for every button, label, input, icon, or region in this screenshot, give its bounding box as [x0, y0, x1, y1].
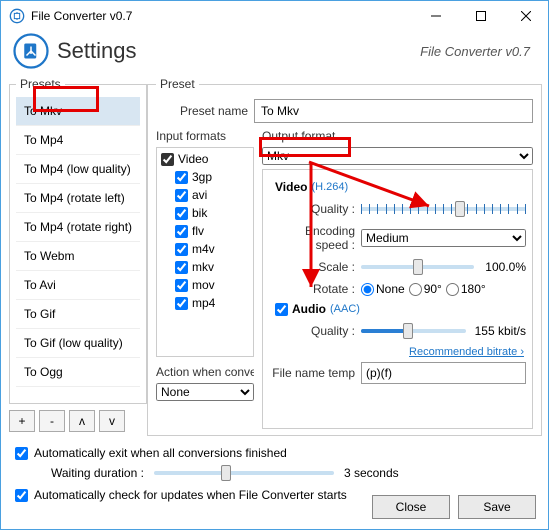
input-formats-list[interactable]: Video 3gp avi bik flv m4v mkv mov mp4: [156, 147, 254, 357]
format-item[interactable]: mov: [161, 276, 249, 294]
preset-item[interactable]: To Avi: [16, 271, 140, 300]
format-checkbox[interactable]: [175, 225, 188, 238]
preset-item[interactable]: To Mp4 (low quality): [16, 155, 140, 184]
waiting-duration-slider[interactable]: [154, 464, 334, 482]
page-subtitle: File Converter v0.7: [420, 44, 530, 59]
auto-exit-checkbox[interactable]: [15, 447, 28, 460]
format-label: avi: [192, 188, 207, 202]
action-label: Action when conversion: [156, 365, 254, 379]
format-checkbox[interactable]: [175, 171, 188, 184]
audio-codec: (AAC): [330, 303, 360, 315]
video-codec: (H.264): [311, 181, 348, 193]
audio-heading: Audio: [292, 302, 326, 316]
close-settings-button[interactable]: Close: [372, 495, 450, 519]
format-checkbox[interactable]: [175, 243, 188, 256]
rotate-90-radio[interactable]: [409, 283, 422, 296]
auto-exit-label: Automatically exit when all conversions …: [34, 446, 287, 460]
preset-name-label: Preset name: [156, 104, 248, 118]
preset-item[interactable]: To Mp4 (rotate left): [16, 184, 140, 213]
format-item[interactable]: flv: [161, 222, 249, 240]
rotate-none-radio[interactable]: [361, 283, 374, 296]
video-heading: Video: [275, 180, 307, 194]
remove-preset-button[interactable]: -: [39, 410, 65, 432]
output-format-label: Output format: [262, 129, 533, 143]
output-format-select[interactable]: Mkv: [262, 147, 533, 165]
preset-legend: Preset: [156, 77, 199, 91]
rotate-radio-group[interactable]: None 90° 180°: [361, 282, 526, 296]
presets-list[interactable]: To Mkv To Mp4 To Mp4 (low quality) To Mp…: [16, 97, 140, 397]
video-quality-label: Quality :: [269, 202, 361, 216]
close-button[interactable]: [503, 1, 548, 31]
waiting-duration-value: 3 seconds: [344, 466, 399, 480]
preset-item[interactable]: To Mp4: [16, 126, 140, 155]
presets-legend: Presets: [16, 77, 65, 91]
format-label: flv: [192, 224, 204, 238]
action-select[interactable]: None: [156, 383, 254, 401]
format-checkbox[interactable]: [175, 261, 188, 274]
audio-enable-checkbox[interactable]: [275, 303, 288, 316]
format-label: m4v: [192, 242, 215, 256]
encoding-speed-select[interactable]: Medium: [361, 229, 526, 247]
format-checkbox[interactable]: [175, 189, 188, 202]
format-checkbox[interactable]: [175, 207, 188, 220]
preset-item[interactable]: To Mp4 (rotate right): [16, 213, 140, 242]
format-label: 3gp: [192, 170, 212, 184]
waiting-duration-label: Waiting duration :: [51, 466, 144, 480]
encoding-speed-label: Encoding speed :: [269, 224, 361, 252]
format-label: mkv: [192, 260, 214, 274]
preset-name-input[interactable]: [254, 99, 533, 123]
auto-update-checkbox[interactable]: [15, 489, 28, 502]
window-title: File Converter v0.7: [31, 9, 413, 23]
audio-quality-label: Quality :: [269, 324, 361, 338]
format-label: Video: [178, 152, 208, 166]
scale-value: 100.0%: [478, 260, 526, 274]
output-settings-panel: Video (H.264) Quality : Encoding speed :…: [262, 169, 533, 429]
format-item[interactable]: mkv: [161, 258, 249, 276]
audio-bitrate-value: 155 kbit/s: [470, 324, 526, 338]
format-label: mov: [192, 278, 215, 292]
format-checkbox[interactable]: [175, 297, 188, 310]
rotate-label: Rotate :: [269, 282, 361, 296]
audio-quality-slider[interactable]: [361, 322, 466, 340]
format-checkbox[interactable]: [161, 153, 174, 166]
preset-item[interactable]: To Gif (low quality): [16, 329, 140, 358]
preset-item[interactable]: To Webm: [16, 242, 140, 271]
recommended-bitrate-link[interactable]: Recommended bitrate ›: [409, 346, 524, 358]
format-item[interactable]: bik: [161, 204, 249, 222]
move-down-button[interactable]: v: [99, 410, 125, 432]
presets-group: Presets To Mkv To Mp4 To Mp4 (low qualit…: [9, 77, 147, 404]
input-formats-label: Input formats: [156, 129, 254, 143]
scale-label: Scale :: [269, 260, 361, 274]
move-up-button[interactable]: ᴧ: [69, 410, 95, 432]
format-item[interactable]: mp4: [161, 294, 249, 312]
preset-item[interactable]: To Gif: [16, 300, 140, 329]
preset-detail-group: Preset Preset name Input formats Video 3…: [147, 77, 542, 436]
page-title: Settings: [57, 38, 420, 64]
add-preset-button[interactable]: +: [9, 410, 35, 432]
video-quality-slider[interactable]: [361, 200, 526, 218]
format-label: bik: [192, 206, 207, 220]
maximize-button[interactable]: [458, 1, 503, 31]
format-item[interactable]: Video: [161, 150, 249, 168]
format-checkbox[interactable]: [175, 279, 188, 292]
minimize-button[interactable]: [413, 1, 458, 31]
app-icon: [9, 8, 25, 24]
scale-slider[interactable]: [361, 258, 474, 276]
preset-item[interactable]: To Mkv: [16, 97, 140, 126]
filename-template-input[interactable]: [361, 362, 526, 384]
format-label: mp4: [192, 296, 215, 310]
auto-update-label: Automatically check for updates when Fil…: [34, 488, 347, 502]
app-logo-icon: [13, 33, 49, 69]
rotate-180-radio[interactable]: [446, 283, 459, 296]
titlebar: File Converter v0.7: [1, 1, 548, 31]
format-item[interactable]: avi: [161, 186, 249, 204]
header: Settings File Converter v0.7: [1, 31, 548, 77]
preset-item[interactable]: To Ogg: [16, 358, 140, 387]
format-item[interactable]: m4v: [161, 240, 249, 258]
save-settings-button[interactable]: Save: [458, 495, 536, 519]
format-item[interactable]: 3gp: [161, 168, 249, 186]
filename-template-label: File name temp: [269, 366, 361, 380]
